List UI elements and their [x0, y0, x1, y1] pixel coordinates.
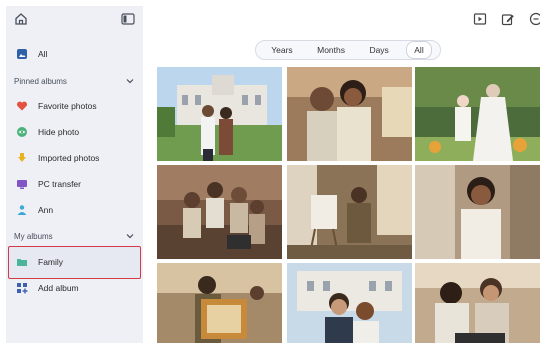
sidebar: All Pinned albums Favorite photos Hide p…	[6, 6, 143, 343]
sidebar-collapse-icon[interactable]	[121, 13, 135, 25]
chevron-down-icon[interactable]	[125, 76, 135, 86]
section-label: My albums	[14, 231, 53, 241]
photo-thumbnail[interactable]	[287, 67, 412, 161]
photo-thumbnail[interactable]	[157, 67, 282, 161]
my-albums-section[interactable]: My albums	[6, 227, 143, 245]
add-album-icon	[16, 282, 28, 294]
hide-icon	[16, 126, 28, 138]
sidebar-item-add-album[interactable]: Add album	[6, 276, 143, 300]
sidebar-item-label: Hide photo	[38, 127, 80, 137]
all-photos-icon	[16, 48, 28, 60]
photo-thumbnail[interactable]	[415, 67, 540, 161]
more-icon[interactable]	[529, 12, 540, 26]
home-icon[interactable]	[14, 12, 28, 26]
filter-months[interactable]: Months	[310, 42, 352, 58]
sidebar-item-imported-photos[interactable]: Imported photos	[6, 146, 143, 170]
photo-thumbnail[interactable]	[287, 263, 412, 343]
photo-thumbnail[interactable]	[157, 263, 282, 343]
sidebar-item-label: Ann	[38, 205, 54, 215]
sidebar-item-label: Imported photos	[38, 153, 100, 163]
folder-icon	[16, 256, 28, 268]
filter-years[interactable]: Years	[264, 42, 299, 58]
person-icon	[16, 204, 28, 216]
heart-icon	[16, 100, 28, 112]
pc-icon	[16, 178, 28, 190]
sidebar-item-label: All	[38, 49, 48, 59]
photo-thumbnail[interactable]	[415, 263, 540, 343]
sidebar-item-label: Add album	[38, 283, 79, 293]
photo-thumbnail[interactable]	[287, 165, 412, 259]
sidebar-item-pc-transfer[interactable]: PC transfer	[6, 172, 143, 196]
edit-icon[interactable]	[501, 12, 515, 26]
time-filter-segmented: Years Months Days All	[255, 40, 441, 60]
filter-days[interactable]: Days	[362, 42, 395, 58]
sidebar-header	[6, 6, 143, 34]
section-label: Pinned albums	[14, 76, 67, 86]
sidebar-item-hide-photo[interactable]: Hide photo	[6, 120, 143, 144]
sidebar-item-label: Favorite photos	[38, 101, 97, 111]
photo-thumbnail[interactable]	[415, 165, 540, 259]
sidebar-item-ann[interactable]: Ann	[6, 198, 143, 222]
import-icon	[16, 152, 28, 164]
sidebar-item-all[interactable]: All	[6, 42, 143, 66]
slideshow-icon[interactable]	[473, 12, 487, 26]
pinned-albums-section[interactable]: Pinned albums	[6, 72, 143, 90]
sidebar-item-label: Family	[38, 257, 64, 267]
sidebar-item-label: PC transfer	[38, 179, 81, 189]
sidebar-item-favorite-photos[interactable]: Favorite photos	[6, 94, 143, 118]
filter-all[interactable]: All	[406, 41, 432, 59]
sidebar-item-family[interactable]: Family	[6, 250, 143, 274]
chevron-down-icon[interactable]	[125, 231, 135, 241]
photo-thumbnail[interactable]	[157, 165, 282, 259]
